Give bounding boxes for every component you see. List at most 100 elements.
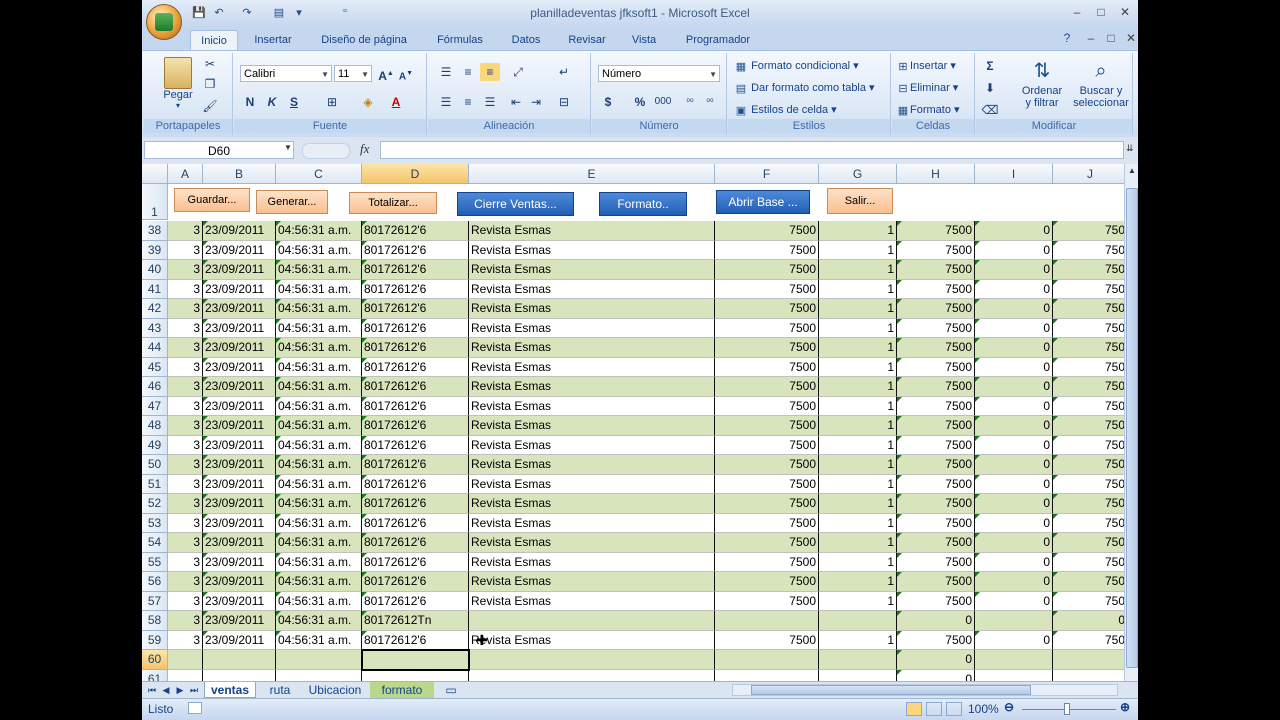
cell-a[interactable]: 3 — [168, 630, 203, 650]
cell-h[interactable]: 7500 — [897, 533, 975, 553]
cell-f[interactable]: 7500 — [715, 377, 819, 397]
close-button[interactable]: ✕ — [1114, 4, 1136, 20]
cell-a[interactable]: 3 — [168, 474, 203, 494]
workbook-close-button[interactable]: ✕ — [1120, 30, 1138, 46]
cell-c[interactable]: 04:56:31 a.m. — [276, 377, 362, 397]
cell-b[interactable]: 23/09/2011 — [203, 357, 276, 377]
cell-i[interactable]: 0 — [975, 240, 1053, 260]
find-select-button[interactable]: ⌕ Buscar y seleccionar — [1070, 57, 1132, 109]
cell-h[interactable]: 7500 — [897, 221, 975, 241]
cell-a[interactable]: 3 — [168, 533, 203, 553]
number-format-combo[interactable]: Número ▼ — [598, 65, 720, 82]
column-header-h[interactable]: H — [897, 164, 975, 184]
cell-a[interactable]: 3 — [168, 591, 203, 611]
cell-c[interactable]: 04:56:31 a.m. — [276, 591, 362, 611]
cell-j[interactable]: 750 — [1053, 318, 1124, 338]
zoom-level[interactable]: 100% — [968, 702, 999, 716]
cell-d[interactable]: 80172612'6 — [362, 435, 469, 455]
borders-icon[interactable]: ⊞ — [322, 93, 342, 111]
cell-g[interactable] — [819, 669, 897, 681]
cell-c[interactable]: 04:56:31 a.m. — [276, 396, 362, 416]
prev-sheet-icon[interactable]: ◀ — [160, 682, 172, 698]
column-header-f[interactable]: F — [715, 164, 819, 184]
cell-f[interactable] — [715, 650, 819, 670]
cell-e[interactable]: Revista Esmas — [469, 299, 715, 319]
zoom-in-icon[interactable]: ⊕ — [1120, 700, 1130, 714]
cell-i[interactable]: 0 — [975, 396, 1053, 416]
cell-c[interactable]: 04:56:31 a.m. — [276, 611, 362, 631]
cell-c[interactable]: 04:56:31 a.m. — [276, 455, 362, 475]
shrink-font-icon[interactable]: A▼ — [396, 65, 416, 83]
macro-record-icon[interactable] — [188, 702, 202, 714]
select-all-corner[interactable] — [142, 164, 168, 184]
row-header[interactable]: 40 — [142, 260, 168, 280]
cell-h[interactable]: 7500 — [897, 396, 975, 416]
cell-c[interactable]: 04:56:31 a.m. — [276, 279, 362, 299]
row-header[interactable]: 47 — [142, 396, 168, 416]
cell-i[interactable]: 0 — [975, 318, 1053, 338]
cell-h[interactable]: 0 — [897, 669, 975, 681]
first-sheet-icon[interactable]: ⏮ — [146, 682, 158, 698]
cell-c[interactable]: 04:56:31 a.m. — [276, 416, 362, 436]
page-break-view-icon[interactable] — [946, 702, 962, 716]
tab-diseno-pagina[interactable]: Diseño de página — [312, 30, 416, 50]
sort-filter-button[interactable]: ⇅ Ordenar y filtrar — [1012, 57, 1072, 109]
cell-b[interactable]: 23/09/2011 — [203, 611, 276, 631]
cell-h[interactable]: 7500 — [897, 630, 975, 650]
cell-g[interactable]: 1 — [819, 455, 897, 475]
cell-f[interactable]: 7500 — [715, 357, 819, 377]
fill-color-icon[interactable]: ◈ — [358, 93, 378, 111]
formato-button[interactable]: Formato.. — [599, 192, 687, 216]
cell-b[interactable]: 23/09/2011 — [203, 396, 276, 416]
cell-e[interactable] — [469, 611, 715, 631]
format-cells-button[interactable]: ▦ Formato ▾ — [896, 103, 960, 117]
generar-button[interactable]: Generar... — [256, 190, 328, 214]
cell-b[interactable]: 23/09/2011 — [203, 455, 276, 475]
cell-f[interactable]: 7500 — [715, 338, 819, 358]
column-header-d[interactable]: D — [362, 164, 469, 184]
cell-h[interactable]: 7500 — [897, 474, 975, 494]
cell-h[interactable]: 7500 — [897, 318, 975, 338]
cell-e[interactable] — [469, 669, 715, 681]
cell-i[interactable]: 0 — [975, 299, 1053, 319]
cell-g[interactable]: 1 — [819, 474, 897, 494]
normal-view-icon[interactable] — [906, 702, 922, 716]
office-button[interactable] — [146, 4, 182, 40]
name-box[interactable]: D60 — [144, 141, 294, 159]
cell-c[interactable]: 04:56:31 a.m. — [276, 494, 362, 514]
decrease-indent-icon[interactable]: ⇤ — [506, 93, 526, 111]
cell-c[interactable]: 04:56:31 a.m. — [276, 240, 362, 260]
cell-c[interactable]: 04:56:31 a.m. — [276, 513, 362, 533]
cell-i[interactable]: 0 — [975, 552, 1053, 572]
cell-j[interactable]: 750 — [1053, 377, 1124, 397]
cell-f[interactable]: 7500 — [715, 396, 819, 416]
cell-d[interactable]: 80172612'6 — [362, 377, 469, 397]
cell-j[interactable]: 0 — [1053, 611, 1124, 631]
cell-i[interactable]: 0 — [975, 338, 1053, 358]
cell-d[interactable]: 80172612'6 — [362, 279, 469, 299]
insert-cells-button[interactable]: ⊞ Insertar ▾ — [896, 59, 955, 73]
cell-h[interactable]: 7500 — [897, 338, 975, 358]
cell-g[interactable]: 1 — [819, 338, 897, 358]
cell-i[interactable]: 0 — [975, 357, 1053, 377]
row-header[interactable]: 55 — [142, 552, 168, 572]
cell-j[interactable]: 750 — [1053, 299, 1124, 319]
cell-e[interactable]: Revista Esmas — [469, 455, 715, 475]
tab-vista[interactable]: Vista — [624, 30, 664, 50]
cell-e[interactable]: Revista Esmas — [469, 435, 715, 455]
cell-e[interactable]: Revista Esmas — [469, 513, 715, 533]
cell-d[interactable] — [362, 669, 469, 681]
percent-button[interactable]: % — [630, 93, 650, 111]
horizontal-scrollbar[interactable] — [732, 684, 1118, 696]
cell-a[interactable] — [168, 669, 203, 681]
cell-a[interactable]: 3 — [168, 279, 203, 299]
row-header[interactable]: 44 — [142, 338, 168, 358]
cell-f[interactable]: 7500 — [715, 533, 819, 553]
cell-a[interactable]: 3 — [168, 455, 203, 475]
row-header[interactable]: 59 — [142, 630, 168, 650]
cell-e[interactable]: Revista Esmas — [469, 474, 715, 494]
row-header[interactable]: 58 — [142, 611, 168, 631]
cell-h[interactable]: 0 — [897, 611, 975, 631]
cell-j[interactable]: 750 — [1053, 513, 1124, 533]
cell-f[interactable]: 7500 — [715, 591, 819, 611]
